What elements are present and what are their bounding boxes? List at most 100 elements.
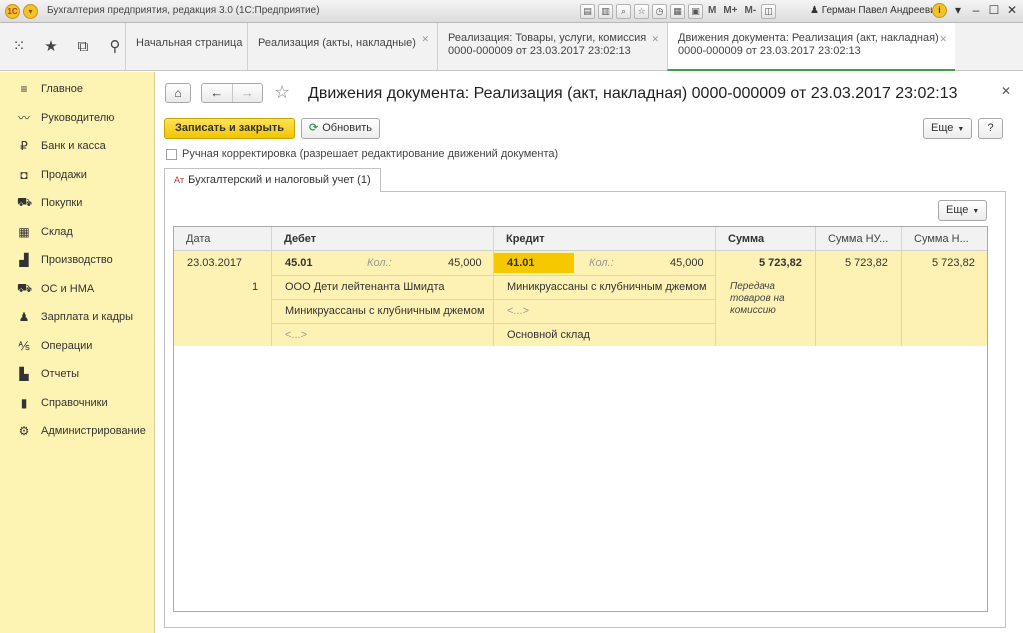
sidebar-item-catalogs[interactable]: ▮ Справочники: [0, 389, 154, 418]
print-icon[interactable]: ▤: [580, 4, 595, 19]
window-tabs: Начальная страница Реализация (акты, нак…: [125, 23, 955, 71]
sidebar-item-purchases[interactable]: ⛟ Покупки: [0, 189, 154, 218]
tab-accounting[interactable]: Aт Бухгалтерский и налоговый учет (1): [164, 168, 381, 192]
tab-sales-doc[interactable]: Реализация: Товары, услуги, комиссия 000…: [437, 23, 667, 71]
tab-home[interactable]: Начальная страница: [125, 23, 247, 71]
sidebar-item-label: Руководителю: [41, 111, 115, 124]
col-credit[interactable]: Кредит: [493, 227, 715, 251]
sidebar-item-production[interactable]: ▟ Производство: [0, 246, 154, 275]
person-icon: ♟: [18, 310, 30, 325]
tab-document-movements[interactable]: Движения документа: Реализация (акт, нак…: [667, 23, 955, 71]
info-icon[interactable]: i: [932, 3, 947, 18]
close-form-button[interactable]: ✕: [1001, 84, 1011, 98]
maximize-button[interactable]: ☐: [987, 3, 1001, 18]
manual-edit-label[interactable]: Ручная корректировка (разрешает редактир…: [182, 148, 558, 160]
memory-m-button[interactable]: M: [706, 4, 718, 19]
cell-credit-qty-label: Кол.:: [589, 257, 614, 269]
books-icon: ▮: [20, 395, 28, 410]
cell-credit-qty: 45,000: [670, 257, 704, 269]
sidebar-item-label: ОС и НМА: [41, 282, 95, 295]
col-debit[interactable]: Дебет: [271, 227, 493, 251]
dropdown-icon[interactable]: ▾: [951, 3, 965, 18]
tab-close-icon[interactable]: ✕: [651, 33, 659, 46]
calculator-icon[interactable]: ▦: [670, 4, 685, 19]
main-menu-icon[interactable]: ▾: [23, 4, 38, 19]
save-close-button[interactable]: Записать и закрыть: [164, 118, 296, 139]
favorites-icon[interactable]: ☆: [634, 4, 649, 19]
tab-label: Бухгалтерский и налоговый учет (1): [188, 174, 371, 186]
tab-label: Реализация (акты, накладные): [258, 37, 416, 49]
cell-debit-subconto-3: <...>: [285, 329, 308, 341]
memory-plus-button[interactable]: M+: [721, 4, 739, 19]
search-icon[interactable]: ⚲: [106, 38, 124, 56]
help-button[interactable]: ?: [978, 118, 1003, 139]
home-button[interactable]: ⌂: [165, 83, 191, 103]
forward-button[interactable]: →: [231, 84, 263, 102]
find-icon[interactable]: ⌕: [616, 4, 631, 19]
truck-icon: ⛟: [17, 280, 33, 295]
sidebar-item-admin[interactable]: ⚙ Администрирование: [0, 417, 154, 446]
sidebar-item-warehouse[interactable]: ▦ Склад: [0, 218, 154, 247]
table-header: Дата Дебет Кредит Сумма Сумма НУ... Сумм…: [174, 227, 987, 251]
nav-arrows: ← →: [201, 83, 263, 103]
current-user[interactable]: ♟ Герман Павел Андреевич: [810, 5, 941, 16]
close-window-button[interactable]: ✕: [1005, 3, 1019, 18]
sidebar-item-label: Производство: [41, 254, 113, 267]
cell-credit-account: 41.01: [507, 257, 535, 269]
more-button[interactable]: Еще ▼: [923, 118, 973, 139]
tab-label: Начальная страница: [136, 37, 243, 49]
col-divider: [901, 251, 902, 346]
preview-icon[interactable]: ▥: [598, 4, 613, 19]
cell-debit-account: 45.01: [285, 257, 313, 269]
panels-icon[interactable]: ◫: [761, 4, 777, 19]
tab-sales-list[interactable]: Реализация (акты, накладные) ✕: [247, 23, 437, 71]
calendar-icon[interactable]: ▣: [688, 4, 703, 19]
cell-debit-qty: 45,000: [448, 257, 482, 269]
app-logo-icon[interactable]: 1С: [5, 4, 20, 19]
col-date[interactable]: Дата: [174, 227, 271, 251]
minimize-button[interactable]: –: [969, 3, 983, 18]
cell-debit-qty-label: Кол.:: [367, 257, 392, 269]
col-sum-nu[interactable]: Сумма НУ...: [815, 227, 901, 251]
user-name: Герман Павел Андреевич: [821, 5, 941, 16]
chevron-down-icon: ▼: [972, 208, 980, 215]
refresh-button[interactable]: ⟳ Обновить: [301, 118, 381, 139]
history-icon[interactable]: ◷: [652, 4, 667, 19]
cell-debit-subconto-2: Миникруассаны с клубничным джемом: [285, 305, 485, 317]
document-movements-form: ⌂ ← → ☆ Движения документа: Реализация (…: [156, 72, 1023, 633]
cell-row-number: 1: [252, 281, 259, 293]
history-icon[interactable]: ⧉: [74, 38, 92, 56]
back-button[interactable]: ←: [202, 84, 232, 102]
grid-more-button[interactable]: Еще ▼: [938, 200, 988, 221]
sidebar-item-manager[interactable]: 〰 Руководителю: [0, 104, 154, 133]
sidebar-item-label: Зарплата и кадры: [41, 311, 134, 324]
favorites-star-icon[interactable]: ★: [42, 38, 60, 56]
row-divider: [271, 299, 715, 300]
sidebar-item-sales[interactable]: ◘ Продажи: [0, 161, 154, 190]
page-title: Движения документа: Реализация (акт, нак…: [308, 85, 958, 102]
tab-label: Реализация: Товары, услуги, комиссия: [448, 32, 647, 44]
cell-credit-subconto-1: Миникруассаны с клубничным джемом: [507, 281, 707, 293]
manual-edit-checkbox[interactable]: [166, 148, 177, 160]
operations-icon: ⅍: [18, 338, 30, 353]
favorite-star-icon[interactable]: ☆: [274, 82, 290, 103]
refresh-icon: ⟳: [309, 122, 319, 134]
sidebar-item-main[interactable]: ≡ Главное: [0, 75, 154, 104]
refresh-label: Обновить: [322, 122, 373, 134]
sidebar-item-assets[interactable]: ⛟ ОС и НМА: [0, 275, 154, 304]
tab-close-icon[interactable]: ✕: [939, 33, 947, 46]
row-divider: [271, 275, 715, 276]
sidebar-item-operations[interactable]: ⅍ Операции: [0, 332, 154, 361]
table-row[interactable]: 23.03.2017 1 45.01 Кол.: 45,000 ООО Дети…: [174, 251, 987, 346]
col-sum-n[interactable]: Сумма Н...: [901, 227, 987, 251]
memory-minus-button[interactable]: M-: [743, 4, 759, 19]
sidebar-item-payroll[interactable]: ♟ Зарплата и кадры: [0, 303, 154, 332]
sidebar-item-label: Справочники: [41, 396, 108, 409]
sidebar-item-bank[interactable]: ₽ Банк и касса: [0, 132, 154, 161]
tab-sublabel: 0000-000009 от 23.03.2017 23:02:13: [678, 45, 861, 57]
apps-grid-icon[interactable]: ⁙: [10, 38, 28, 56]
tab-close-icon[interactable]: ✕: [421, 33, 429, 46]
col-sum[interactable]: Сумма: [715, 227, 815, 251]
sidebar-item-reports[interactable]: ▙ Отчеты: [0, 360, 154, 389]
sidebar-item-label: Отчеты: [41, 368, 80, 381]
